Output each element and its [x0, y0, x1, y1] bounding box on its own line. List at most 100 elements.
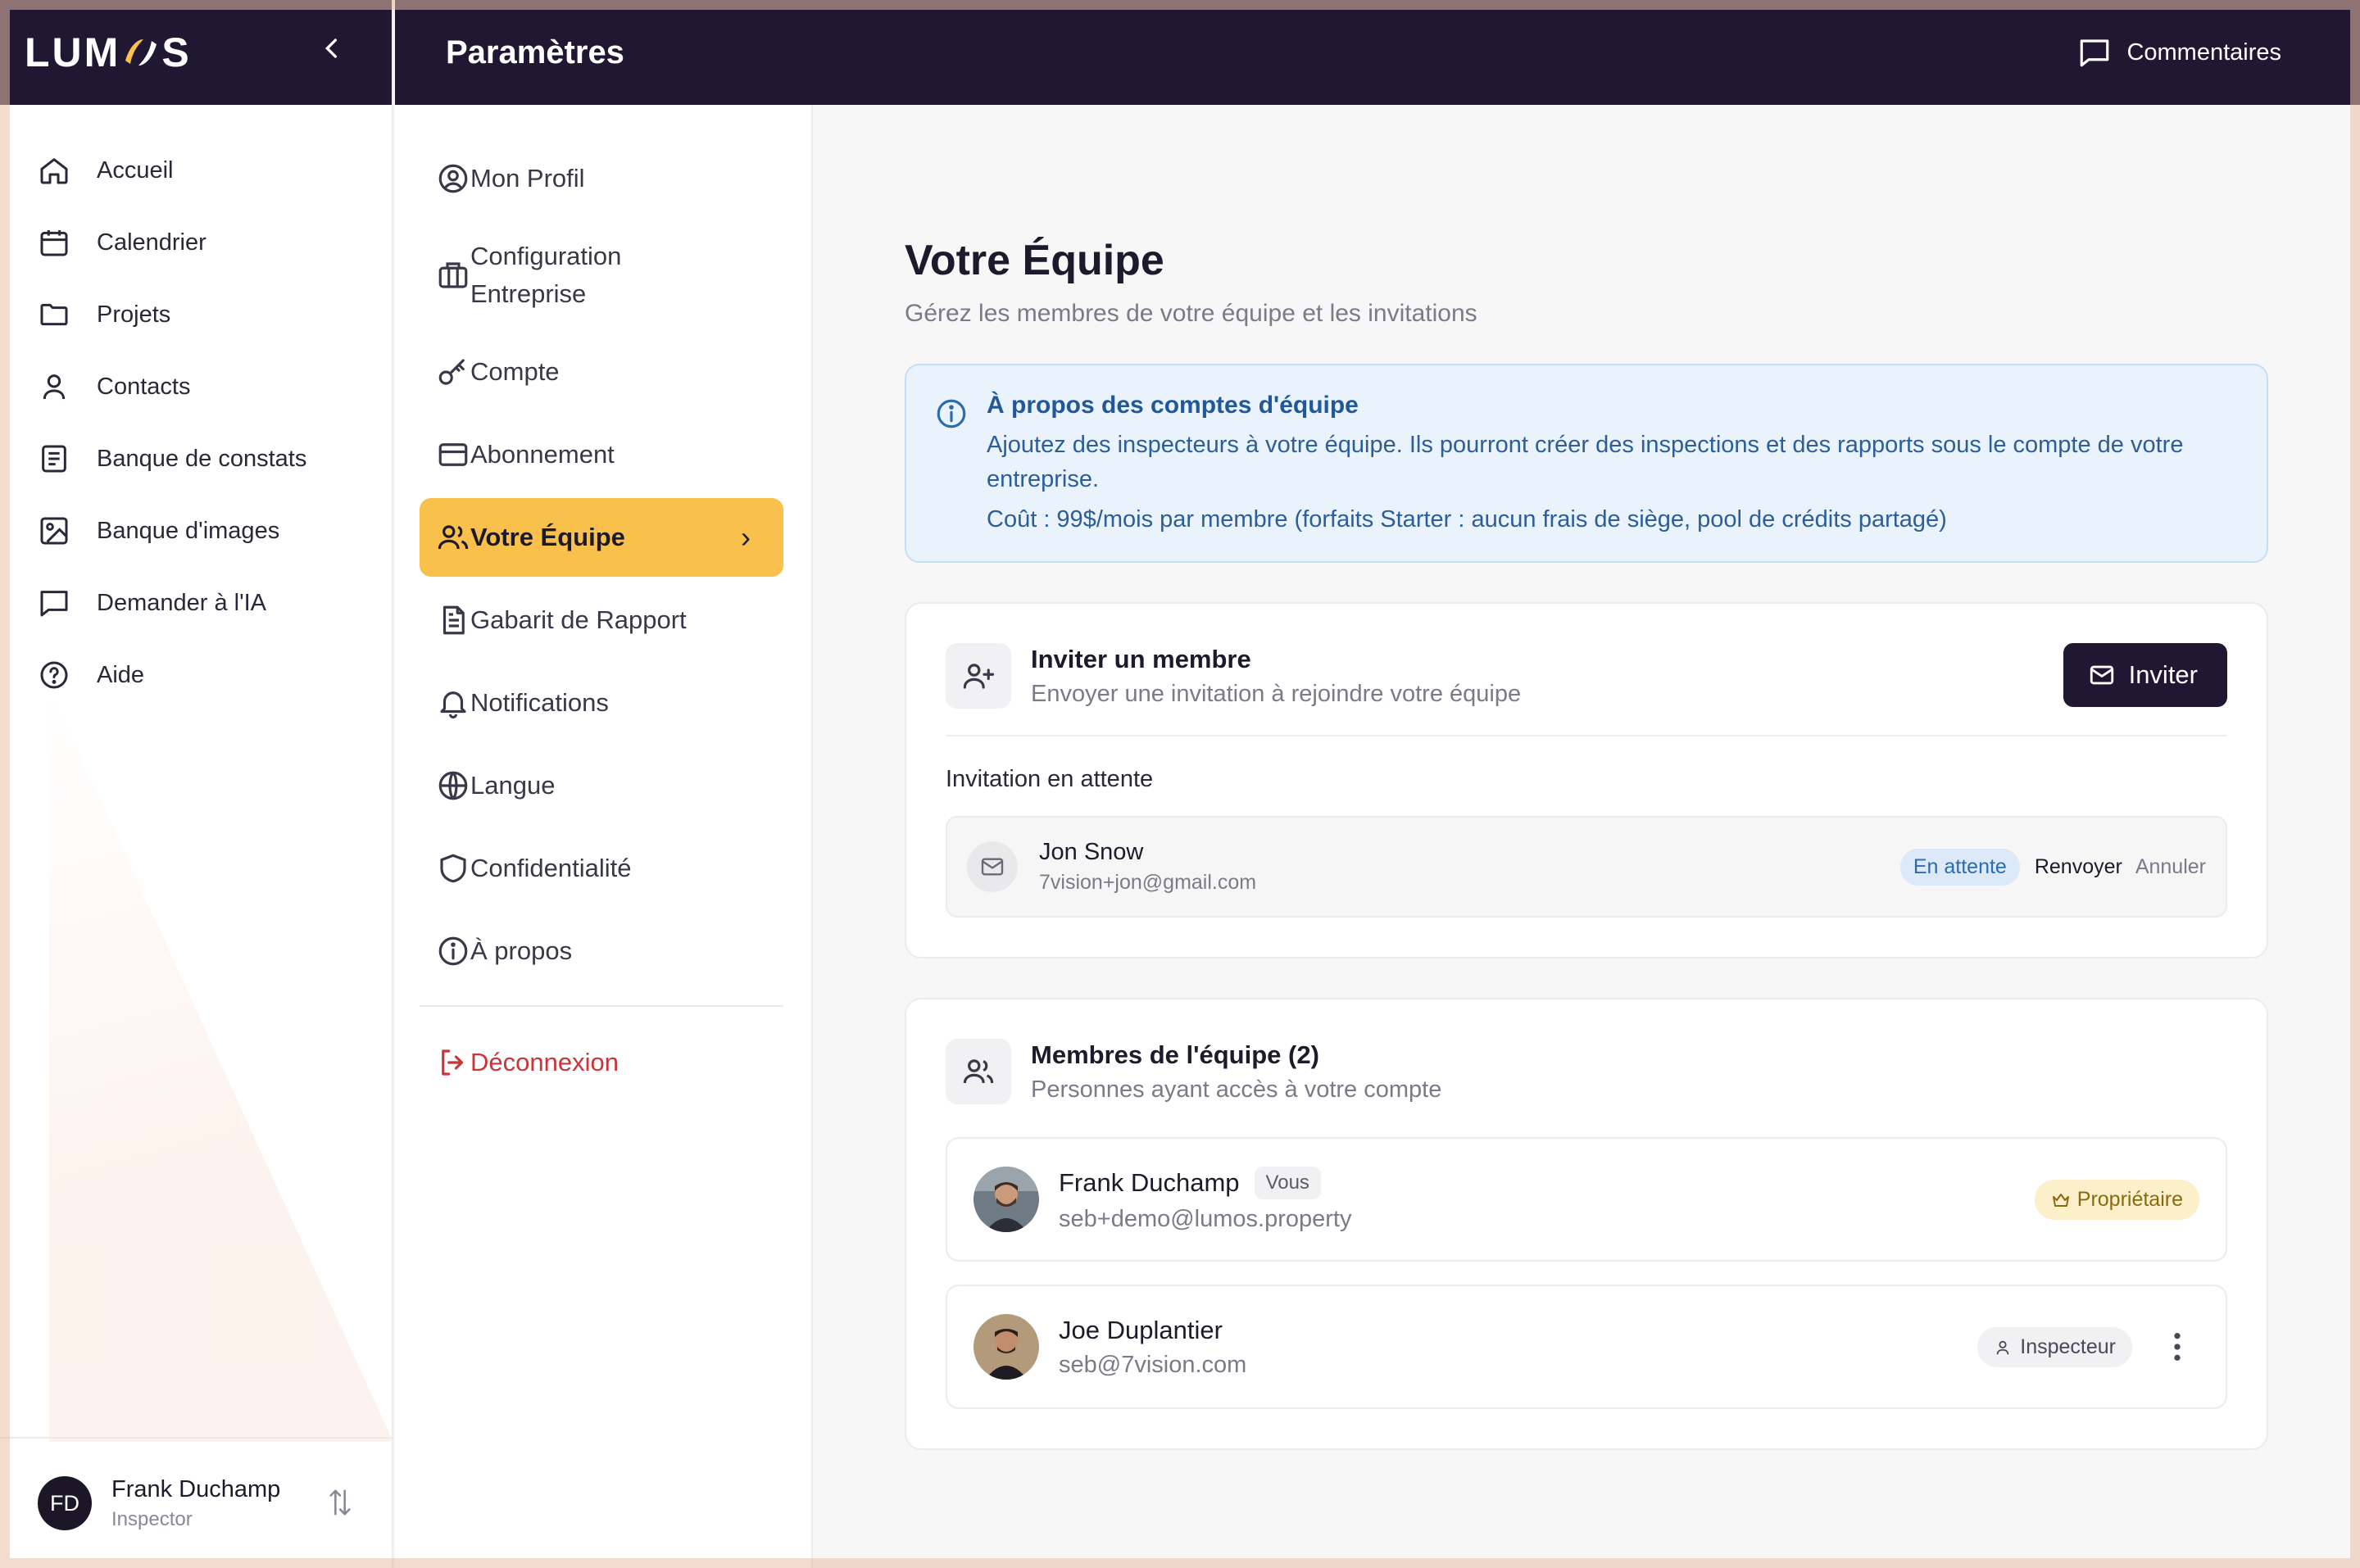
- pending-invitation-row: Jon Snow 7vision+jon@gmail.com En attent…: [946, 816, 2227, 918]
- invite-button-label: Inviter: [2128, 660, 2198, 689]
- members-card-subtitle: Personnes ayant accès à votre compte: [1031, 1076, 1442, 1103]
- logo-text-s: S: [161, 29, 192, 75]
- top-header: Paramètres Commentaires: [395, 0, 2360, 105]
- member-name-line: Frank Duchamp Vous: [1059, 1166, 1351, 1199]
- pending-name: Jon Snow: [1039, 839, 1144, 865]
- brand-bar: LUM S: [0, 0, 392, 105]
- user-role: Inspector: [111, 1507, 193, 1530]
- role-badge: Propriétaire: [2034, 1180, 2199, 1220]
- invite-card-header: Inviter un membre Envoyer une invitation…: [946, 643, 2227, 709]
- settings-item-gabarit-rapport[interactable]: Gabarit de Rapport: [420, 581, 783, 659]
- sidebar-decoration: [49, 688, 393, 1442]
- nav-item-calendrier[interactable]: Calendrier: [0, 206, 392, 279]
- nav-item-accueil[interactable]: Accueil: [0, 134, 392, 206]
- nav-label: Calendrier: [97, 229, 206, 256]
- globe-icon: [438, 771, 468, 800]
- member-row: Frank Duchamp Vous seb+demo@lumos.proper…: [946, 1137, 2227, 1262]
- calendar-icon: [40, 230, 68, 256]
- member-name: Frank Duchamp: [1059, 1167, 1240, 1197]
- page-title: Votre Équipe: [905, 237, 1164, 284]
- swap-vertical-icon[interactable]: [326, 1486, 354, 1519]
- nav-label: Projets: [97, 301, 171, 328]
- pending-info: Jon Snow 7vision+jon@gmail.com: [1039, 839, 1256, 895]
- settings-item-votre-equipe[interactable]: Votre Équipe ›: [420, 498, 783, 577]
- info-title: À propos des comptes d'équipe: [987, 392, 1359, 419]
- chat-icon: [40, 591, 68, 617]
- avatar: [974, 1167, 1039, 1232]
- file-text-icon: [442, 605, 465, 635]
- nav-item-banque-images[interactable]: Banque d'images: [0, 495, 392, 567]
- nav-item-demander-ia[interactable]: Demander à l'IA: [0, 567, 392, 639]
- cancel-invitation-button[interactable]: Annuler: [2135, 855, 2206, 879]
- member-name: Joe Duplantier: [1059, 1315, 1223, 1344]
- logo-text-lum: LUM: [25, 29, 121, 75]
- settings-item-mon-profil[interactable]: Mon Profil: [420, 139, 783, 218]
- settings-item-configuration-entreprise[interactable]: Configuration Entreprise: [420, 222, 783, 329]
- invite-card-title: Inviter un membre: [1031, 644, 1251, 673]
- app-logo[interactable]: LUM S: [25, 29, 192, 76]
- resend-button[interactable]: Renvoyer: [2035, 855, 2122, 879]
- settings-item-compte[interactable]: Compte: [420, 333, 783, 411]
- nav-label: Contacts: [97, 373, 191, 400]
- you-badge: Vous: [1254, 1166, 1321, 1199]
- nav-item-contacts[interactable]: Contacts: [0, 351, 392, 423]
- info-text: Ajoutez des inspecteurs à votre équipe. …: [987, 432, 2184, 492]
- status-badge: En attente: [1899, 849, 2020, 886]
- settings-item-abonnement[interactable]: Abonnement: [420, 415, 783, 494]
- nav-label: Accueil: [97, 156, 174, 184]
- role-label: Inspecteur: [2020, 1335, 2116, 1358]
- sidebar: LUM S Accueil Calendrier Projets Contact…: [0, 0, 393, 1568]
- more-vertical-icon[interactable]: [2172, 1330, 2183, 1363]
- settings-label: Gabarit de Rapport: [470, 605, 687, 634]
- logout-button[interactable]: Déconnexion: [420, 1023, 783, 1102]
- home-icon: [40, 158, 68, 184]
- user-icon: [1996, 1340, 2009, 1354]
- invite-card-subtitle: Envoyer une invitation à rejoindre votre…: [1031, 680, 1522, 707]
- nav-item-aide[interactable]: Aide: [0, 639, 392, 711]
- settings-item-confidentialite[interactable]: Confidentialité: [420, 829, 783, 908]
- main-content: Votre Équipe Gérez les membres de votre …: [905, 105, 2268, 1450]
- invite-card-text: Inviter un membre Envoyer une invitation…: [1031, 645, 1521, 708]
- user-name: Frank Duchamp: [111, 1475, 281, 1502]
- user-plus-icon: [946, 643, 1011, 709]
- members-card: Membres de l'équipe (2) Personnes ayant …: [905, 998, 2268, 1450]
- members-card-text: Membres de l'équipe (2) Personnes ayant …: [1031, 1040, 1441, 1103]
- main-nav: Accueil Calendrier Projets Contacts Banq…: [0, 105, 392, 711]
- settings-label: Confidentialité: [470, 854, 632, 882]
- settings-menu: Mon Profil Configuration Entreprise Comp…: [395, 105, 813, 1568]
- crown-icon: [2052, 1193, 2069, 1207]
- members-card-title: Membres de l'équipe (2): [1031, 1040, 1319, 1069]
- info-circle-icon: [937, 399, 966, 428]
- settings-item-notifications[interactable]: Notifications: [420, 664, 783, 742]
- member-info: Joe Duplantier seb@7vision.com: [1059, 1316, 1246, 1379]
- document-list-icon: [42, 445, 66, 473]
- chevron-right-icon: ›: [741, 520, 751, 554]
- feedback-label: Commentaires: [2126, 39, 2281, 66]
- users-icon: [438, 525, 469, 550]
- nav-label: Demander à l'IA: [97, 589, 267, 616]
- settings-label: À propos: [470, 936, 573, 965]
- nav-label: Banque de constats: [97, 445, 307, 472]
- settings-label: Votre Équipe: [470, 523, 625, 551]
- settings-item-langue[interactable]: Langue: [420, 746, 783, 825]
- chevron-left-icon[interactable]: [316, 32, 349, 73]
- member-email: seb+demo@lumos.property: [1059, 1205, 1352, 1232]
- credit-card-icon: [438, 443, 468, 466]
- nav-item-projets[interactable]: Projets: [0, 279, 392, 351]
- feedback-button[interactable]: Commentaires: [2077, 35, 2281, 70]
- nav-item-banque-constats[interactable]: Banque de constats: [0, 423, 392, 495]
- invite-button[interactable]: Inviter: [2063, 643, 2227, 707]
- member-row: Joe Duplantier seb@7vision.com Inspecteu…: [946, 1285, 2227, 1409]
- role-label: Propriétaire: [2076, 1188, 2183, 1211]
- user-icon: [43, 374, 66, 400]
- nav-label: Banque d'images: [97, 517, 280, 544]
- role-badge[interactable]: Inspecteur: [1977, 1327, 2132, 1367]
- settings-label: Configuration Entreprise: [470, 242, 622, 308]
- avatar: FD: [38, 1476, 92, 1530]
- page-subtitle: Gérez les membres de votre équipe et les…: [905, 300, 1477, 327]
- user-profile-footer[interactable]: FD Frank Duchamp Inspector: [0, 1437, 393, 1568]
- page-header-title: Paramètres: [446, 34, 624, 70]
- info-cost: Coût : 99$/mois par membre (forfaits Sta…: [987, 506, 1947, 532]
- members-card-header: Membres de l'équipe (2) Personnes ayant …: [946, 1039, 2227, 1104]
- settings-item-a-propos[interactable]: À propos: [420, 912, 783, 990]
